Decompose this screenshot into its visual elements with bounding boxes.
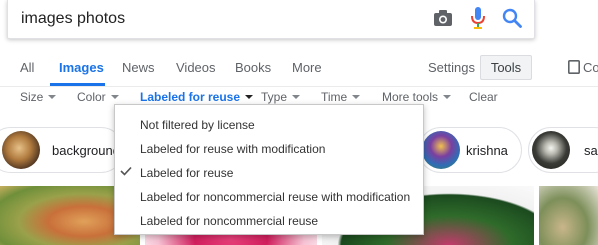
menu-item-noncommercial-reuse[interactable]: Labeled for noncommercial reuse <box>115 208 423 232</box>
tab-news[interactable]: News <box>122 60 155 75</box>
image-result[interactable] <box>539 186 598 245</box>
tab-videos[interactable]: Videos <box>176 60 216 75</box>
menu-item-reuse-with-modification[interactable]: Labeled for reuse with modification <box>115 136 423 160</box>
tab-more[interactable]: More <box>292 60 322 75</box>
filter-color-label: Color <box>77 90 106 104</box>
chip-thumbnail <box>422 131 460 169</box>
tab-books[interactable]: Books <box>235 60 271 75</box>
tools-button[interactable]: Tools <box>480 55 532 80</box>
chip-label: krishna <box>466 143 508 158</box>
menu-item-label: Labeled for reuse with modification <box>140 142 326 156</box>
filter-usage-rights-label: Labeled for reuse <box>140 90 241 104</box>
filter-color[interactable]: Color <box>77 90 119 104</box>
menu-item-label: Not filtered by license <box>140 118 255 132</box>
filter-type-label: Type <box>261 90 288 104</box>
tab-all[interactable]: All <box>20 60 34 75</box>
menu-item-not-filtered[interactable]: Not filtered by license <box>115 112 423 136</box>
usage-rights-menu: Not filtered by license Labeled for reus… <box>114 104 424 235</box>
related-chip-krishna[interactable]: krishna <box>418 127 522 173</box>
filter-size-label: Size <box>20 90 44 104</box>
chip-label: sa <box>584 143 598 158</box>
chevron-down-icon <box>48 95 57 99</box>
chip-label: background <box>52 143 120 158</box>
menu-item-noncommercial-reuse-with-modification[interactable]: Labeled for noncommercial reuse with mod… <box>115 184 423 208</box>
menu-item-reuse[interactable]: Labeled for reuse <box>115 160 423 184</box>
tab-images[interactable]: Images <box>59 60 104 75</box>
filter-size[interactable]: Size <box>20 90 57 104</box>
filter-more-tools[interactable]: More tools <box>382 90 452 104</box>
menu-item-label: Labeled for reuse <box>140 166 234 180</box>
chevron-down-icon <box>352 95 361 99</box>
related-chip-background[interactable]: background <box>0 127 124 173</box>
search-box[interactable]: images photos <box>7 0 535 39</box>
chip-thumbnail <box>532 131 570 169</box>
related-chip-sa[interactable]: sa <box>528 127 598 173</box>
chevron-down-icon <box>443 95 452 99</box>
search-icon[interactable] <box>502 8 522 28</box>
filter-time[interactable]: Time <box>321 90 361 104</box>
chip-thumbnail <box>2 131 40 169</box>
filter-usage-rights[interactable]: Labeled for reuse <box>140 90 254 104</box>
camera-icon[interactable] <box>433 9 453 27</box>
collections-link[interactable]: Col <box>583 60 598 75</box>
search-input[interactable]: images photos <box>21 10 125 28</box>
menu-item-label: Labeled for noncommercial reuse with mod… <box>140 190 411 204</box>
chevron-down-icon <box>245 95 254 99</box>
chevron-down-icon <box>292 95 301 99</box>
collections-icon[interactable] <box>568 60 580 74</box>
chevron-down-icon <box>110 95 119 99</box>
settings-link[interactable]: Settings <box>428 60 475 75</box>
tabs-divider <box>0 86 598 87</box>
filter-time-label: Time <box>321 90 348 104</box>
filter-type[interactable]: Type <box>261 90 301 104</box>
microphone-icon[interactable] <box>471 7 485 29</box>
check-icon <box>120 166 132 176</box>
filter-more-tools-label: More tools <box>382 90 439 104</box>
clear-filters-link[interactable]: Clear <box>469 90 498 104</box>
menu-item-label: Labeled for noncommercial reuse <box>140 214 319 228</box>
